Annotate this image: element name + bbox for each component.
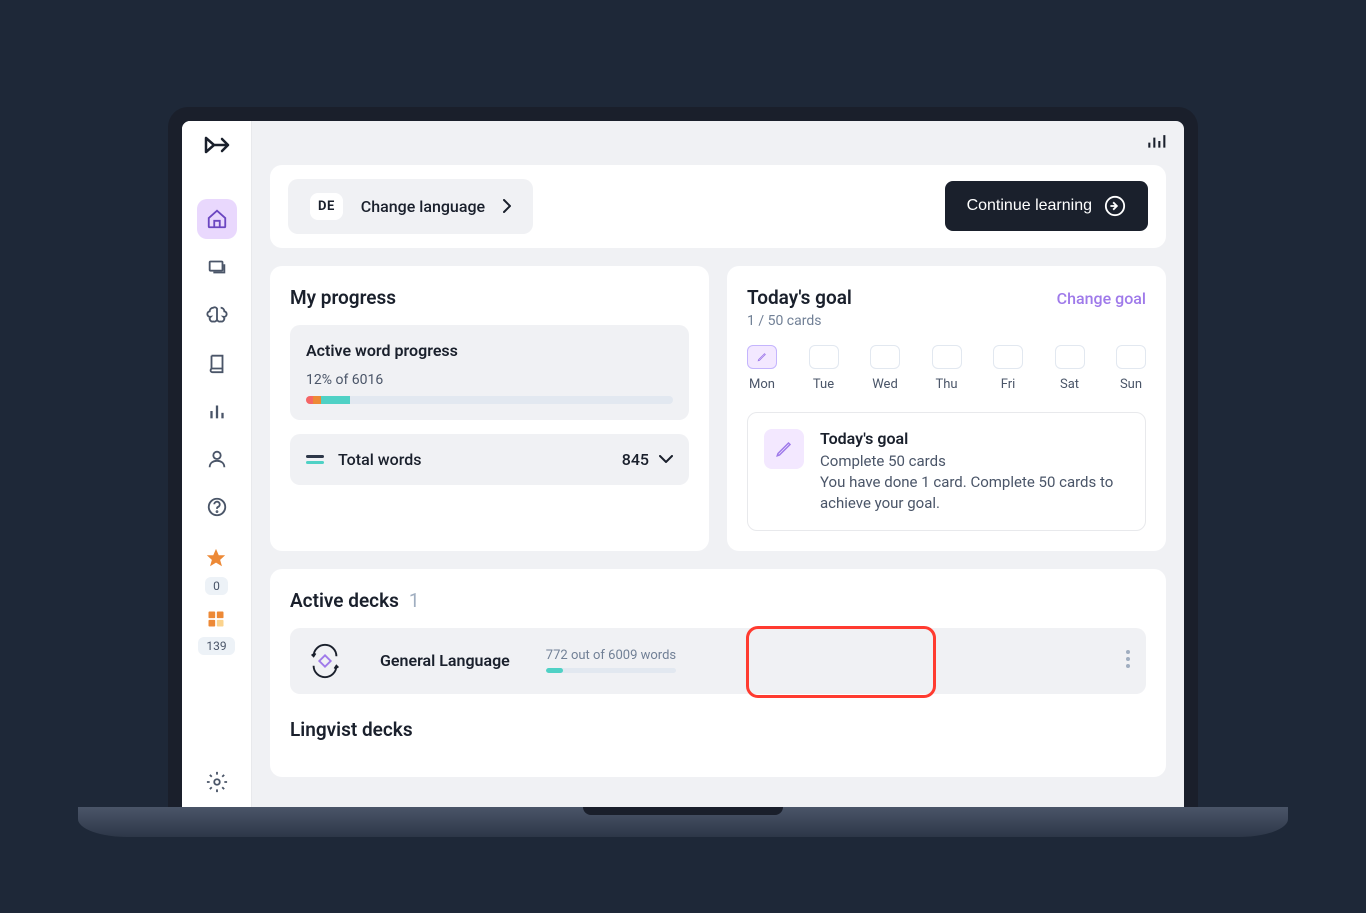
arrow-circle-icon	[1104, 195, 1126, 217]
progress-segment-teal	[321, 396, 350, 404]
day-sat: Sat	[1055, 345, 1085, 392]
two-column-row: My progress Active word progress 12% of …	[270, 266, 1166, 551]
day-thu: Thu	[932, 345, 962, 392]
active-decks-card: Active decks 1 General Language	[270, 569, 1166, 777]
continue-learning-button[interactable]: Continue learning	[945, 181, 1148, 231]
goal-header: Today's goal Change goal	[747, 286, 1146, 309]
goal-title: Today's goal	[747, 286, 852, 309]
goal-detail-subtitle: Complete 50 cards	[820, 452, 1129, 470]
nav-book[interactable]	[197, 343, 237, 383]
day-box-fri[interactable]	[993, 345, 1023, 369]
total-words-value: 845	[622, 450, 649, 469]
pencil-icon	[757, 352, 767, 362]
active-progress-bar	[306, 396, 673, 404]
language-selector[interactable]: DE Change language	[288, 179, 533, 234]
goal-detail-box: Today's goal Complete 50 cards You have …	[747, 412, 1146, 531]
active-decks-title: Active decks 1	[290, 589, 1146, 612]
progress-segment-orange	[313, 396, 320, 404]
day-wed: Wed	[870, 345, 900, 392]
topbar	[252, 121, 1184, 165]
content-area: DE Change language Continue learning My …	[252, 165, 1184, 795]
deck-progress-area: 772 out of 6009 words	[546, 648, 676, 673]
goal-detail-title: Today's goal	[820, 429, 1129, 448]
deck-row-general[interactable]: General Language 772 out of 6009 words	[290, 628, 1146, 694]
goal-detail-body: You have done 1 card. Complete 50 cards …	[820, 472, 1129, 514]
day-box-sat[interactable]	[1055, 345, 1085, 369]
day-box-thu[interactable]	[932, 345, 962, 369]
day-box-mon[interactable]	[747, 345, 777, 369]
active-word-progress-box: Active word progress 12% of 6016	[290, 325, 689, 420]
chevron-down-icon	[659, 455, 673, 463]
nav-profile[interactable]	[197, 439, 237, 479]
app-screen: 0 139 DE Change language	[182, 121, 1184, 807]
progress-card: My progress Active word progress 12% of …	[270, 266, 709, 551]
logo[interactable]	[204, 135, 230, 159]
star-count-badge: 0	[205, 577, 228, 595]
active-decks-count: 1	[409, 589, 420, 612]
chevron-right-icon	[503, 199, 511, 213]
day-mon: Mon	[747, 345, 777, 392]
header-card: DE Change language Continue learning	[270, 165, 1166, 248]
nav-help[interactable]	[197, 487, 237, 527]
language-flag: DE	[310, 193, 343, 220]
day-sun: Sun	[1116, 345, 1146, 392]
nav-home[interactable]	[197, 199, 237, 239]
deck-icon	[306, 642, 344, 680]
day-fri: Fri	[993, 345, 1023, 392]
change-language-label: Change language	[361, 197, 485, 216]
active-progress-subtitle: 12% of 6016	[306, 372, 673, 388]
progress-title: My progress	[290, 286, 689, 309]
total-words-row[interactable]: Total words 845	[290, 434, 689, 485]
progress-segment-red	[306, 396, 313, 404]
goal-subtitle: 1 / 50 cards	[747, 313, 1146, 329]
grid-icon[interactable]	[206, 609, 226, 633]
day-box-tue[interactable]	[809, 345, 839, 369]
lingvist-decks-title: Lingvist decks	[290, 718, 1146, 741]
continue-button-label: Continue learning	[967, 197, 1092, 215]
deck-progress-bar	[546, 668, 676, 673]
goal-card: Today's goal Change goal 1 / 50 cards Mo…	[727, 266, 1166, 551]
active-progress-title: Active word progress	[306, 341, 673, 360]
sidebar-stats: 0 139	[198, 547, 234, 669]
day-box-wed[interactable]	[870, 345, 900, 369]
main-content: DE Change language Continue learning My …	[252, 121, 1184, 807]
total-words-label: Total words	[338, 450, 421, 469]
deck-name: General Language	[380, 651, 510, 670]
sidebar: 0 139	[182, 121, 252, 807]
week-row: Mon Tue Wed Thu Fri Sat Sun	[747, 345, 1146, 392]
day-box-sun[interactable]	[1116, 345, 1146, 369]
lingvist-decks-section: Lingvist decks	[290, 718, 1146, 741]
deck-progress-text: 772 out of 6009 words	[546, 648, 676, 663]
star-icon[interactable]	[205, 547, 227, 573]
nav-settings[interactable]	[206, 761, 228, 807]
nav-brain[interactable]	[197, 295, 237, 335]
laptop-frame: 0 139 DE Change language	[168, 107, 1198, 807]
change-goal-link[interactable]: Change goal	[1057, 289, 1146, 308]
grid-count-badge: 139	[198, 637, 234, 655]
stack-icon	[306, 455, 324, 464]
goal-pencil-icon	[764, 429, 804, 469]
day-tue: Tue	[809, 345, 839, 392]
stats-icon[interactable]	[1146, 131, 1166, 155]
deck-menu-icon[interactable]	[1126, 650, 1130, 672]
laptop-notch	[583, 807, 783, 815]
nav-cards[interactable]	[197, 247, 237, 287]
nav-stats[interactable]	[197, 391, 237, 431]
